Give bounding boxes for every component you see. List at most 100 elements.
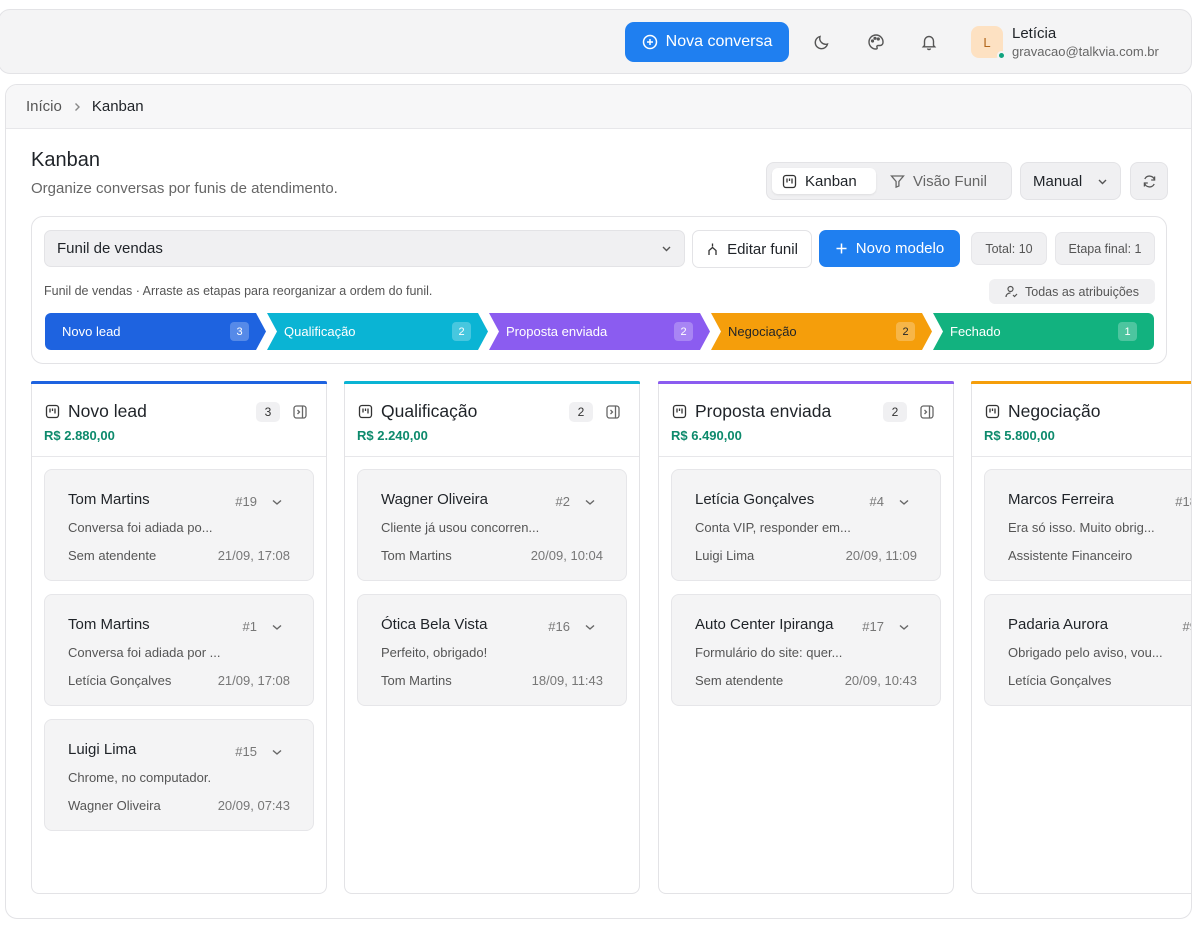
tab-funnel-view[interactable]: Visão Funil — [880, 168, 997, 194]
card-last-message: Formulário do site: quer... — [695, 645, 843, 660]
conversation-card[interactable]: Marcos Ferreira #18 Era só isso. Muito obr… — [984, 469, 1191, 581]
kanban-icon — [672, 404, 687, 419]
collapse-column-icon[interactable] — [605, 404, 621, 420]
column-header: Qualificação R$ 2.240,00 2 — [345, 382, 639, 457]
chevron-down-icon[interactable] — [898, 620, 910, 632]
card-timestamp: 20/09, 07:43 — [217, 798, 290, 813]
card-agent: Luigi Lima — [695, 548, 755, 563]
card-last-message: Conta VIP, responder em... — [695, 520, 851, 535]
conversation-card[interactable]: Auto Center Ipiranga #17 Formulário do sit… — [671, 594, 941, 706]
kanban-column: Qualificação R$ 2.240,00 2 Wagner Oliveira #… — [344, 381, 640, 894]
card-contact-name: Tom Martins — [68, 616, 150, 633]
edit-funnel-button[interactable]: Editar funil — [692, 230, 812, 268]
card-contact-name: Tom Martins — [68, 491, 150, 508]
user-menu[interactable]: L Letícia gravacao@talkvia.com.br — [971, 25, 1159, 60]
funnel-stage-label: Qualificação — [284, 324, 356, 339]
final-stage-badge: Etapa final: 1 — [1055, 232, 1155, 265]
card-last-message: Conversa foi adiada po... — [68, 520, 213, 535]
breadcrumb-home[interactable]: Início — [26, 98, 62, 115]
tab-funnel-label: Visão Funil — [913, 172, 987, 190]
refresh-icon — [1143, 174, 1155, 188]
bell-icon[interactable] — [917, 30, 941, 54]
conversation-card[interactable]: Letícia Gonçalves #4 Conta VIP, responder … — [671, 469, 941, 581]
tab-kanban[interactable]: Kanban — [772, 168, 876, 194]
funnel-stage-2[interactable]: Qualificação 2 — [267, 313, 488, 350]
funnel-stage-5[interactable]: Fechado 1 — [933, 313, 1154, 350]
conversation-card[interactable]: Wagner Oliveira #2 Cliente já usou concorr… — [357, 469, 627, 581]
column-title-text: Qualificação — [381, 401, 478, 421]
online-status-dot — [997, 51, 1006, 60]
breadcrumb-current: Kanban — [91, 98, 144, 115]
new-conversation-label: Nova conversa — [665, 33, 773, 50]
sort-mode-select[interactable]: Manual — [1020, 162, 1121, 200]
funnel-select[interactable]: Funil de vendas — [44, 230, 685, 267]
funnel-stage-4[interactable]: Negociação 2 — [711, 313, 932, 350]
column-title-text: Proposta enviada — [695, 401, 832, 421]
funnel-stage-1[interactable]: Novo lead 3 — [45, 313, 266, 350]
kanban-board: Novo lead R$ 2.880,00 3 Tom Martins #19 Conve… — [31, 381, 1191, 896]
palette-icon[interactable] — [864, 30, 888, 54]
refresh-button[interactable] — [1130, 162, 1168, 200]
edit-funnel-icon — [708, 243, 717, 255]
card-agent: Tom Martins — [381, 548, 452, 563]
column-total-value: R$ 2.880,00 — [44, 428, 115, 443]
card-conversation-id: #19 — [235, 494, 257, 509]
card-contact-name: Wagner Oliveira — [381, 491, 488, 508]
funnel-stage-label: Negociação — [728, 324, 797, 339]
funnel-stage-count: 2 — [674, 322, 693, 341]
card-last-message: Cliente já usou concorren... — [381, 520, 540, 535]
column-total-value: R$ 2.240,00 — [357, 428, 428, 443]
conversation-card[interactable]: Tom Martins #1 Conversa foi adiada por ...… — [44, 594, 314, 706]
card-contact-name: Marcos Ferreira — [1008, 491, 1114, 508]
funnel-select-value: Funil de vendas — [57, 240, 163, 257]
conversation-card[interactable]: Ótica Bela Vista #16 Perfeito, obrigado! To… — [357, 594, 627, 706]
card-timestamp: 21/09, 17:08 — [217, 548, 290, 563]
column-title: Negociação — [985, 401, 1100, 422]
column-total-value: R$ 6.490,00 — [671, 428, 742, 443]
card-conversation-id: #17 — [862, 619, 884, 634]
avatar-initial: L — [983, 34, 991, 50]
chevron-down-icon[interactable] — [271, 620, 283, 632]
new-conversation-button[interactable]: Nova conversa — [625, 22, 789, 62]
plus-icon — [836, 243, 847, 254]
column-title: Novo lead — [45, 401, 147, 422]
card-conversation-id: #2 — [555, 494, 570, 509]
plus-circle-icon — [642, 34, 657, 50]
funnel-stage-label: Novo lead — [62, 324, 121, 339]
collapse-column-icon[interactable] — [919, 404, 935, 420]
chevron-down-icon[interactable] — [271, 495, 283, 507]
breadcrumb: Início Kanban — [6, 85, 1191, 129]
kanban-icon — [45, 404, 60, 419]
funnel-stage-label: Proposta enviada — [506, 324, 608, 339]
user-name: Letícia — [1012, 25, 1057, 42]
funnel-card: Funil de vendas Editar funil Novo modelo… — [31, 216, 1167, 364]
conversation-card[interactable]: Padaria Aurora #9 Obrigado pelo aviso, vou… — [984, 594, 1191, 706]
chevron-down-icon — [1098, 179, 1107, 184]
funnel-stage-count: 1 — [1118, 322, 1137, 341]
attributions-filter[interactable]: Todas as atribuições — [989, 279, 1155, 304]
funnel-stage-3[interactable]: Proposta enviada 2 — [489, 313, 710, 350]
collapse-column-icon[interactable] — [292, 404, 308, 420]
column-count-badge: 2 — [569, 402, 593, 422]
funnel-stage-label: Fechado — [950, 324, 1001, 339]
funnel-stage-count: 2 — [896, 322, 915, 341]
card-timestamp: 21/09, 17:08 — [217, 673, 290, 688]
kanban-icon — [782, 174, 797, 188]
chevron-down-icon[interactable] — [898, 495, 910, 507]
conversation-card[interactable]: Tom Martins #19 Conversa foi adiada po... S… — [44, 469, 314, 581]
chevron-down-icon[interactable] — [271, 745, 283, 757]
card-agent: Sem atendente — [695, 673, 784, 688]
filter-icon — [890, 174, 905, 188]
avatar: L — [971, 26, 1006, 60]
chevron-down-icon[interactable] — [584, 495, 596, 507]
moon-icon[interactable] — [810, 30, 834, 54]
funnel-stage-count: 2 — [452, 322, 471, 341]
conversation-card[interactable]: Luigi Lima #15 Chrome, no computador. Wagne… — [44, 719, 314, 831]
chevron-down-icon[interactable] — [584, 620, 596, 632]
card-agent: Assistente Financeiro — [1008, 548, 1133, 563]
new-model-button[interactable]: Novo modelo — [819, 230, 960, 267]
attributions-label: Todas as atribuições — [1025, 284, 1139, 299]
column-count-badge: 2 — [883, 402, 907, 422]
funnel-stages: Novo lead 3 Qualificação 2 Proposta enviada 2… — [45, 313, 1155, 350]
funnel-stage-count: 3 — [230, 322, 249, 341]
